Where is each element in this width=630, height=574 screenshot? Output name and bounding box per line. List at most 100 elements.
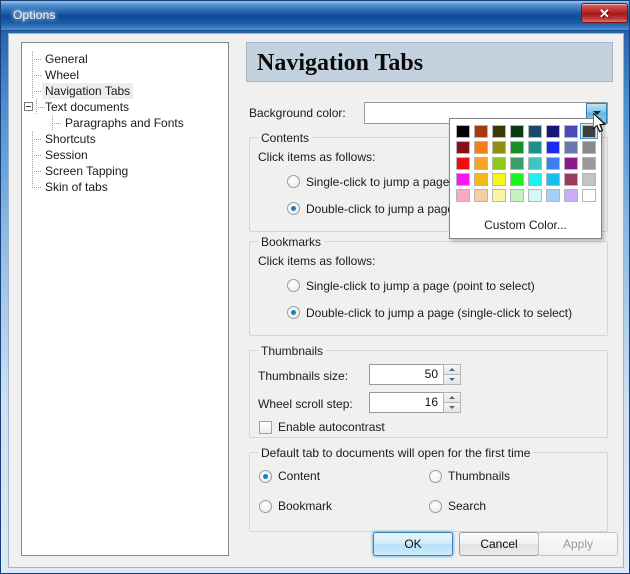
default-tab-group-title: Default tab to documents will open for t… — [258, 446, 534, 460]
sidebar-item-shortcuts[interactable]: Shortcuts — [22, 131, 228, 147]
color-swatch[interactable] — [544, 171, 562, 187]
bookmarks-radio-double-label[interactable]: Double-click to jump a page (single-clic… — [306, 306, 572, 320]
color-swatch[interactable] — [580, 139, 598, 155]
color-swatch[interactable] — [472, 123, 490, 139]
sidebar-item-wheel[interactable]: Wheel — [22, 67, 228, 83]
default-tab-radio-thumbnails[interactable] — [429, 470, 442, 483]
wheel-scroll-step-down-icon[interactable] — [443, 401, 461, 413]
color-swatch[interactable] — [580, 155, 598, 171]
sidebar-item-general[interactable]: General — [22, 51, 228, 67]
default-tab-radio-bookmark-label[interactable]: Bookmark — [278, 499, 332, 513]
bookmarks-radio-single-label[interactable]: Single-click to jump a page (point to se… — [306, 279, 535, 293]
sidebar-item-paragraphs-and-fonts[interactable]: Paragraphs and Fonts — [22, 115, 228, 131]
color-swatch[interactable] — [490, 155, 508, 171]
color-swatch[interactable] — [562, 187, 580, 203]
color-picker-popup[interactable]: Custom Color... — [449, 118, 602, 239]
enable-autocontrast-label[interactable]: Enable autocontrast — [278, 420, 385, 434]
color-swatch[interactable] — [508, 171, 526, 187]
color-swatch[interactable] — [544, 155, 562, 171]
color-swatch[interactable] — [526, 155, 544, 171]
thumbnails-size-stepper[interactable]: 50 — [369, 364, 461, 385]
color-swatch[interactable] — [508, 139, 526, 155]
color-swatch[interactable] — [562, 123, 580, 139]
custom-color-button[interactable]: Custom Color... — [451, 214, 600, 236]
contents-radio-single[interactable] — [287, 175, 300, 188]
color-swatch[interactable] — [454, 139, 472, 155]
wheel-scroll-step-value[interactable]: 16 — [370, 393, 443, 412]
color-swatch[interactable] — [472, 187, 490, 203]
tree-collapse-icon[interactable] — [24, 102, 33, 111]
sidebar-item-label: Session — [45, 148, 88, 162]
sidebar-item-navigation-tabs[interactable]: Navigation Tabs — [22, 83, 228, 99]
wheel-scroll-step-stepper[interactable]: 16 — [369, 392, 461, 413]
color-swatch[interactable] — [454, 123, 472, 139]
sidebar-item-label: Screen Tapping — [45, 164, 129, 178]
color-swatch[interactable] — [454, 155, 472, 171]
color-swatch-fill — [492, 172, 506, 186]
color-swatch[interactable] — [544, 187, 562, 203]
color-swatch[interactable] — [562, 139, 580, 155]
default-tab-radio-content-label[interactable]: Content — [278, 469, 320, 483]
color-swatch[interactable] — [490, 187, 508, 203]
color-swatch[interactable] — [580, 171, 598, 187]
color-swatch[interactable] — [544, 139, 562, 155]
sidebar-item-text-documents[interactable]: Text documents — [22, 99, 228, 115]
thumbnails-size-value[interactable]: 50 — [370, 365, 443, 384]
sidebar-item-label: Skin of tabs — [45, 180, 108, 194]
default-tab-group: Default tab to documents will open for t… — [249, 446, 608, 532]
bookmarks-radio-double[interactable] — [287, 306, 300, 319]
color-swatch-fill — [474, 140, 488, 154]
ok-button[interactable]: OK — [373, 532, 453, 556]
color-swatch[interactable] — [562, 155, 580, 171]
enable-autocontrast-checkbox[interactable] — [259, 421, 272, 434]
color-swatch[interactable] — [472, 155, 490, 171]
color-swatch[interactable] — [544, 123, 562, 139]
thumbnails-group-title: Thumbnails — [258, 344, 327, 358]
color-swatch-fill — [456, 156, 470, 170]
contents-radio-double[interactable] — [287, 202, 300, 215]
sidebar-item-label: Navigation Tabs — [42, 83, 134, 99]
color-swatch[interactable] — [562, 171, 580, 187]
tree-connector-icon — [32, 67, 42, 83]
color-swatch[interactable] — [526, 171, 544, 187]
contents-instruction: Click items as follows: — [258, 150, 376, 164]
bookmarks-instruction: Click items as follows: — [258, 254, 376, 268]
color-swatch[interactable] — [508, 187, 526, 203]
color-swatch-fill — [582, 188, 596, 202]
settings-tree[interactable]: General Wheel Navigation Tabs Text document… — [21, 42, 229, 556]
color-swatch[interactable] — [454, 171, 472, 187]
color-swatch-fill — [510, 124, 524, 138]
color-swatch[interactable] — [526, 139, 544, 155]
default-tab-radio-bookmark[interactable] — [259, 500, 272, 513]
bookmarks-group: Bookmarks Click items as follows: Single… — [249, 235, 608, 336]
color-swatch[interactable] — [490, 123, 508, 139]
color-swatch-fill — [582, 140, 596, 154]
default-tab-radio-content[interactable] — [259, 470, 272, 483]
color-swatch[interactable] — [454, 187, 472, 203]
color-swatch[interactable] — [580, 187, 598, 203]
sidebar-item-session[interactable]: Session — [22, 147, 228, 163]
sidebar-item-label: Shortcuts — [45, 132, 96, 146]
color-swatch[interactable] — [490, 171, 508, 187]
color-swatch[interactable] — [508, 155, 526, 171]
color-swatch[interactable] — [526, 123, 544, 139]
color-swatch[interactable] — [472, 171, 490, 187]
page-title: Navigation Tabs — [257, 50, 424, 76]
cancel-button[interactable]: Cancel — [459, 532, 539, 556]
color-swatch[interactable] — [580, 123, 598, 139]
color-swatch-grid[interactable] — [454, 123, 598, 203]
default-tab-radio-thumbnails-label[interactable]: Thumbnails — [448, 469, 510, 483]
sidebar-item-skin-of-tabs[interactable]: Skin of tabs — [22, 179, 228, 195]
color-swatch[interactable] — [472, 139, 490, 155]
thumbnails-size-down-icon[interactable] — [443, 373, 461, 385]
color-swatch[interactable] — [508, 123, 526, 139]
color-swatch-fill — [546, 124, 560, 138]
color-swatch[interactable] — [526, 187, 544, 203]
color-swatch[interactable] — [490, 139, 508, 155]
close-button[interactable]: ✕ — [581, 3, 628, 23]
color-swatch-fill — [546, 172, 560, 186]
sidebar-item-screen-tapping[interactable]: Screen Tapping — [22, 163, 228, 179]
default-tab-radio-search[interactable] — [429, 500, 442, 513]
default-tab-radio-search-label[interactable]: Search — [448, 499, 486, 513]
bookmarks-radio-single[interactable] — [287, 279, 300, 292]
